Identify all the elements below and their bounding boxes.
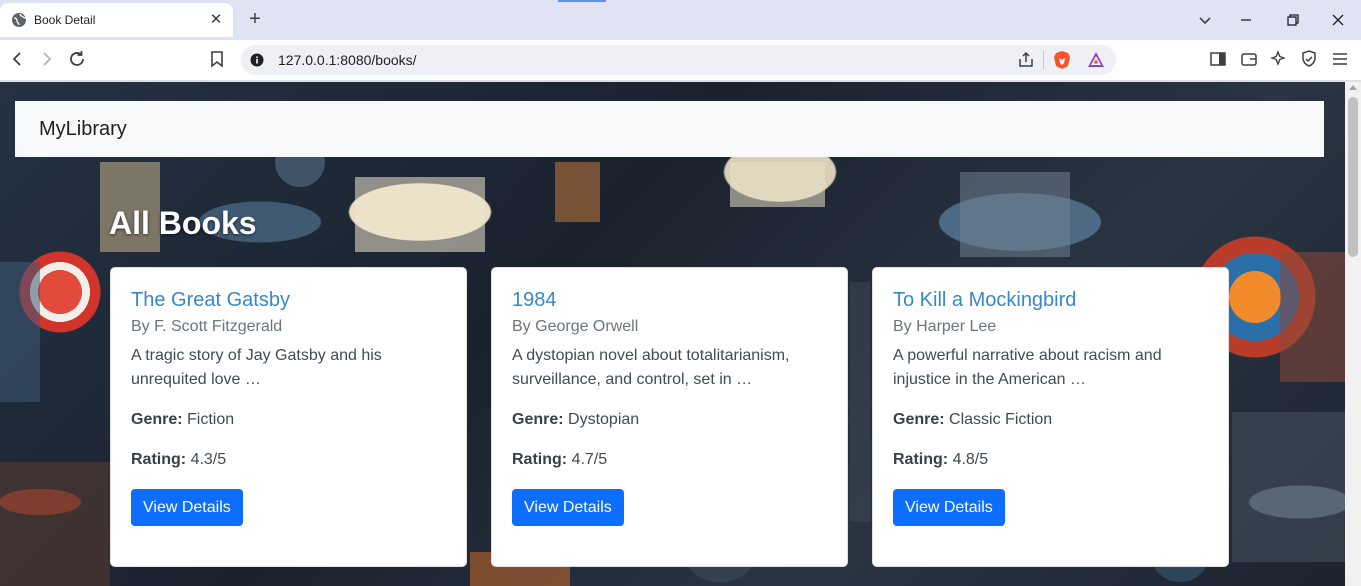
brave-rewards-icon[interactable]: [1086, 50, 1106, 70]
book-title-link[interactable]: 1984: [512, 289, 557, 312]
book-rating: Rating: 4.8/5: [893, 451, 988, 469]
close-window-icon[interactable]: [1326, 8, 1350, 32]
tab-search-chevron-icon[interactable]: [1193, 8, 1217, 32]
book-genre: Genre: Fiction: [131, 411, 234, 429]
tab-indicator: [558, 0, 606, 2]
genre-label: Genre:: [512, 411, 564, 428]
book-card: The Great Gatsby By F. Scott Fitzgerald …: [110, 267, 467, 567]
new-tab-icon[interactable]: +: [244, 9, 266, 31]
page-title: All Books: [109, 205, 257, 241]
view-details-button[interactable]: View Details: [131, 489, 243, 526]
navbar: MyLibrary: [15, 101, 1324, 157]
book-genre: Genre: Classic Fiction: [893, 411, 1052, 429]
rating-value: 4.8/5: [952, 451, 989, 468]
scroll-up-arrow-icon[interactable]: [1349, 85, 1357, 90]
rating-value: 4.3/5: [190, 451, 227, 468]
menu-icon[interactable]: [1329, 48, 1351, 70]
tab-title: Book Detail: [34, 13, 96, 27]
scroll-thumb[interactable]: [1348, 97, 1358, 257]
browser-tab[interactable]: Book Detail ✕: [0, 3, 233, 37]
bookmark-icon[interactable]: [206, 48, 228, 70]
address-bar[interactable]: 127.0.0.1:8080/books/: [241, 45, 1116, 75]
view-details-button[interactable]: View Details: [893, 489, 1005, 526]
book-author: By Harper Lee: [893, 318, 997, 335]
site-info-icon[interactable]: [250, 53, 264, 67]
book-description: A tragic story of Jay Gatsby and his unr…: [131, 347, 382, 388]
tab-strip: Book Detail ✕ +: [0, 0, 1361, 40]
globe-icon: [11, 12, 27, 28]
genre-value: Dystopian: [568, 411, 640, 428]
leo-ai-icon[interactable]: [1268, 48, 1290, 70]
page-scrollbar[interactable]: [1345, 82, 1361, 586]
page-viewport: MyLibrary All Books The Great Gatsby By …: [0, 82, 1345, 586]
book-genre: Genre: Dystopian: [512, 411, 639, 429]
book-rating: Rating: 4.7/5: [512, 451, 607, 469]
minimize-icon[interactable]: [1234, 8, 1258, 32]
rating-label: Rating:: [893, 451, 949, 468]
rating-value: 4.7/5: [571, 451, 608, 468]
book-description: A powerful narrative about racism and in…: [893, 347, 1162, 388]
wallet-icon[interactable]: [1238, 48, 1260, 70]
view-details-button[interactable]: View Details: [512, 489, 624, 526]
book-title-link[interactable]: The Great Gatsby: [131, 289, 290, 312]
reload-icon[interactable]: [66, 48, 88, 70]
genre-label: Genre:: [893, 411, 945, 428]
share-icon[interactable]: [1016, 50, 1036, 70]
forward-icon[interactable]: [36, 48, 58, 70]
book-author: By George Orwell: [512, 318, 639, 335]
genre-label: Genre:: [131, 411, 183, 428]
url-text[interactable]: 127.0.0.1:8080/books/: [278, 52, 417, 68]
book-description: A dystopian novel about totalitarianism,…: [512, 347, 790, 388]
back-icon[interactable]: [6, 48, 28, 70]
address-separator: [1043, 51, 1044, 69]
vpn-shield-icon[interactable]: [1298, 48, 1320, 70]
genre-value: Fiction: [187, 411, 235, 428]
book-card: 1984 By George Orwell A dystopian novel …: [491, 267, 848, 567]
browser-toolbar: 127.0.0.1:8080/books/: [0, 40, 1361, 81]
book-title-link[interactable]: To Kill a Mockingbird: [893, 289, 1076, 312]
rating-label: Rating:: [131, 451, 187, 468]
restore-icon[interactable]: [1280, 8, 1304, 32]
brand-link[interactable]: MyLibrary: [39, 118, 127, 141]
book-card: To Kill a Mockingbird By Harper Lee A po…: [872, 267, 1229, 567]
genre-value: Classic Fiction: [949, 411, 1053, 428]
book-author: By F. Scott Fitzgerald: [131, 318, 283, 335]
rating-label: Rating:: [512, 451, 568, 468]
book-rating: Rating: 4.3/5: [131, 451, 226, 469]
brave-shields-icon[interactable]: [1053, 50, 1071, 70]
close-tab-icon[interactable]: ✕: [207, 11, 225, 29]
sidebar-icon[interactable]: [1207, 48, 1229, 70]
